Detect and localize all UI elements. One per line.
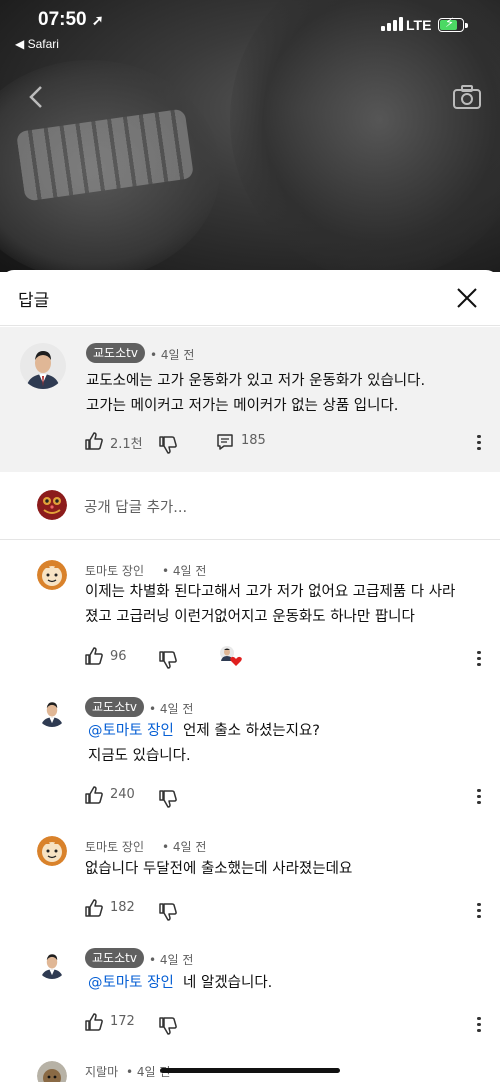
like-icon[interactable]: [84, 785, 104, 805]
add-reply-input[interactable]: 공개 답글 추가...: [84, 496, 187, 517]
author-badge[interactable]: 교도소tv: [85, 948, 144, 968]
network-label: LTE: [406, 17, 432, 33]
status-bar: 07:50 ➚ ◀ Safari LTE ⚡: [0, 0, 500, 60]
like-count: 172: [110, 1014, 135, 1029]
reply-age: • 4일 전: [162, 564, 207, 578]
like-count: 96: [110, 649, 127, 664]
reply-age: • 4일 전: [162, 840, 207, 854]
reply-text: @토마토 장인 네 알겠습니다.: [88, 971, 272, 996]
sheet-title: 답글: [18, 291, 50, 311]
avatar[interactable]: [37, 697, 67, 727]
comment-line: 교도소에는 고가 운동화가 있고 저가 운동화가 있습니다.: [86, 373, 426, 389]
more-options-icon[interactable]: [476, 432, 482, 452]
video-player[interactable]: 07:50 ➚ ◀ Safari LTE ⚡: [0, 0, 500, 272]
chevron-left-icon[interactable]: [22, 82, 52, 112]
close-icon[interactable]: [452, 283, 482, 313]
reply-line-text: 네 알겠습니다.: [183, 975, 273, 991]
mention-link[interactable]: @토마토 장인: [88, 975, 174, 991]
avatar[interactable]: [20, 343, 66, 389]
home-indicator[interactable]: [160, 1068, 340, 1073]
avatar[interactable]: [37, 1061, 67, 1082]
comment-line: 고가는 메이커고 저가는 메이커가 없는 상품 입니다.: [86, 398, 399, 414]
like-count: 240: [110, 787, 135, 802]
back-to-app-link[interactable]: ◀ Safari: [15, 37, 59, 51]
like-icon[interactable]: [84, 898, 104, 918]
like-icon[interactable]: [84, 431, 104, 451]
comment-age: • 4일 전: [150, 348, 195, 362]
sheet-header: 답글: [0, 270, 500, 326]
reply-line-text: 언제 출소 하셨는지요?: [183, 723, 321, 739]
reply-line: 지금도 있습니다.: [88, 748, 191, 764]
add-reply-row[interactable]: 공개 답글 추가...: [0, 472, 500, 540]
signal-icon: [381, 17, 403, 31]
user-avatar: [37, 490, 67, 520]
more-options-icon[interactable]: [476, 1014, 482, 1034]
mention-link[interactable]: @토마토 장인: [88, 723, 174, 739]
battery-icon: ⚡: [438, 16, 468, 32]
reply-age: • 4일 전: [149, 702, 194, 716]
reply-line: @토마토 장인 네 알겠습니다.: [88, 971, 272, 996]
like-icon[interactable]: [84, 646, 104, 666]
dislike-icon[interactable]: [158, 650, 178, 670]
author-badge[interactable]: 교도소tv: [86, 343, 145, 363]
reply-line: 이제는 차별화 된다고해서 고가 저가 없어요 고급제품 다 사라: [85, 584, 456, 600]
parent-comment: 교도소tv • 4일 전 교도소에는 고가 운동화가 있고 저가 운동화가 있습…: [0, 327, 500, 472]
reply-author[interactable]: 지랄마: [85, 1063, 118, 1080]
comment-text: 교도소에는 고가 운동화가 있고 저가 운동화가 있습니다. 고가는 메이커고 …: [86, 369, 425, 419]
reply-text: 없습니다 두달전에 출소했는데 사라졌는데요: [85, 857, 352, 882]
reply-line: @토마토 장인 언제 출소 하셨는지요?: [88, 719, 320, 744]
author-badge[interactable]: 교도소tv: [85, 697, 144, 717]
more-options-icon[interactable]: [476, 786, 482, 806]
reply-text: 이제는 차별화 된다고해서 고가 저가 없어요 고급제품 다 사라 졌고 고급러…: [85, 580, 455, 630]
reply-age: • 4일 전: [149, 953, 194, 967]
reply-line: 졌고 고급러닝 이런거없어지고 운동화도 하나만 팝니다: [85, 609, 415, 625]
dislike-icon[interactable]: [158, 435, 178, 455]
avatar[interactable]: [37, 836, 67, 866]
avatar[interactable]: [37, 560, 67, 590]
dislike-icon[interactable]: [158, 789, 178, 809]
dislike-icon[interactable]: [158, 1016, 178, 1036]
reply-count: 185: [241, 433, 266, 448]
like-icon[interactable]: [84, 1012, 104, 1032]
reply-item: 교도소tv • 4일 전 @토마토 장인 네 알겠습니다. 172: [0, 946, 500, 1046]
dislike-icon[interactable]: [158, 902, 178, 922]
avatar[interactable]: [37, 949, 67, 979]
like-count: 2.1천: [110, 437, 143, 452]
reply-icon[interactable]: [216, 433, 234, 451]
reply-item: 토마토 장인 • 4일 전 이제는 차별화 된다고해서 고가 저가 없어요 고급…: [0, 557, 500, 670]
reply-item: 토마토 장인 • 4일 전 없습니다 두달전에 출소했는데 사라졌는데요 182: [0, 833, 500, 933]
more-options-icon[interactable]: [476, 900, 482, 920]
more-options-icon[interactable]: [476, 648, 482, 668]
status-time: 07:50 ➚: [38, 9, 104, 30]
like-count: 182: [110, 900, 135, 915]
reply-text: @토마토 장인 언제 출소 하셨는지요? 지금도 있습니다.: [88, 719, 320, 769]
camera-icon[interactable]: [452, 84, 482, 110]
reply-item: 교도소tv • 4일 전 @토마토 장인 언제 출소 하셨는지요? 지금도 있습…: [0, 694, 500, 814]
reply-author[interactable]: 토마토 장인: [85, 838, 144, 855]
reply-line: 없습니다 두달전에 출소했는데 사라졌는데요: [85, 861, 353, 877]
replies-sheet: 답글 교도소tv • 4일 전 교도소에는 고가 운동화가 있고 저가 운동화가…: [0, 270, 500, 1082]
creator-heart-icon: [220, 646, 242, 666]
reply-author[interactable]: 토마토 장인: [85, 562, 144, 579]
